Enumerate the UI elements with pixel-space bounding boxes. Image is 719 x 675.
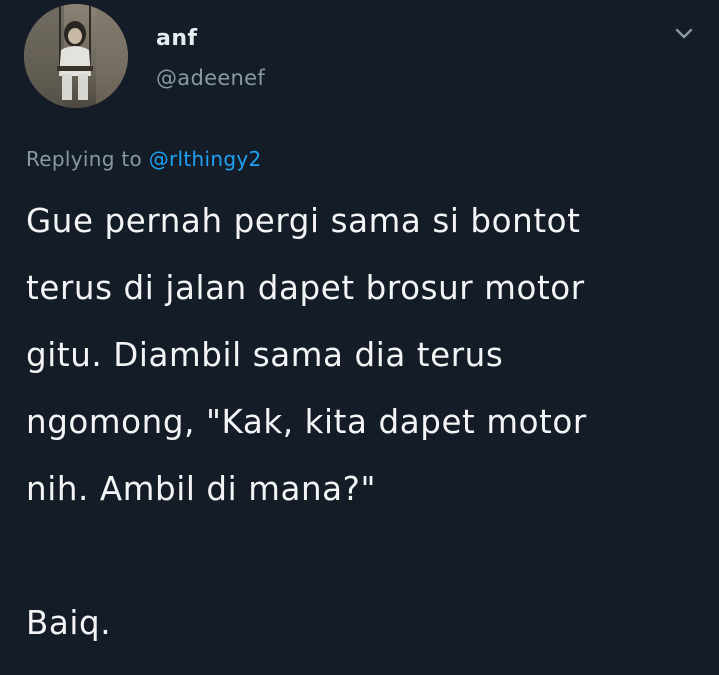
tweet-text-line: Gue pernah pergi sama si bontot <box>26 202 581 240</box>
tweet-text-line: ngomong, "Kak, kita dapet motor <box>26 403 587 441</box>
avatar[interactable] <box>24 4 128 108</box>
tweet-text-line: terus di jalan dapet brosur motor <box>26 269 585 307</box>
avatar-photo-icon <box>24 4 128 108</box>
reply-context: Replying to @rlthingy2 <box>26 147 262 171</box>
chevron-down-icon[interactable] <box>672 22 696 46</box>
reply-mention-link[interactable]: @rlthingy2 <box>149 147 262 171</box>
tweet-text-line: nih. Ambil di mana?" <box>26 470 377 508</box>
tweet-text: Gue pernah pergi sama si bontot terus di… <box>26 188 706 657</box>
author-handle[interactable]: @adeenef <box>156 66 265 90</box>
tweet-closing-line: Baiq. <box>26 604 112 642</box>
reply-prefix: Replying to <box>26 147 149 171</box>
tweet-card: anf @adeenef Replying to @rlthingy2 Gue … <box>0 0 719 675</box>
author-display-name[interactable]: anf <box>156 26 198 51</box>
tweet-text-line: gitu. Diambil sama dia terus <box>26 336 504 374</box>
